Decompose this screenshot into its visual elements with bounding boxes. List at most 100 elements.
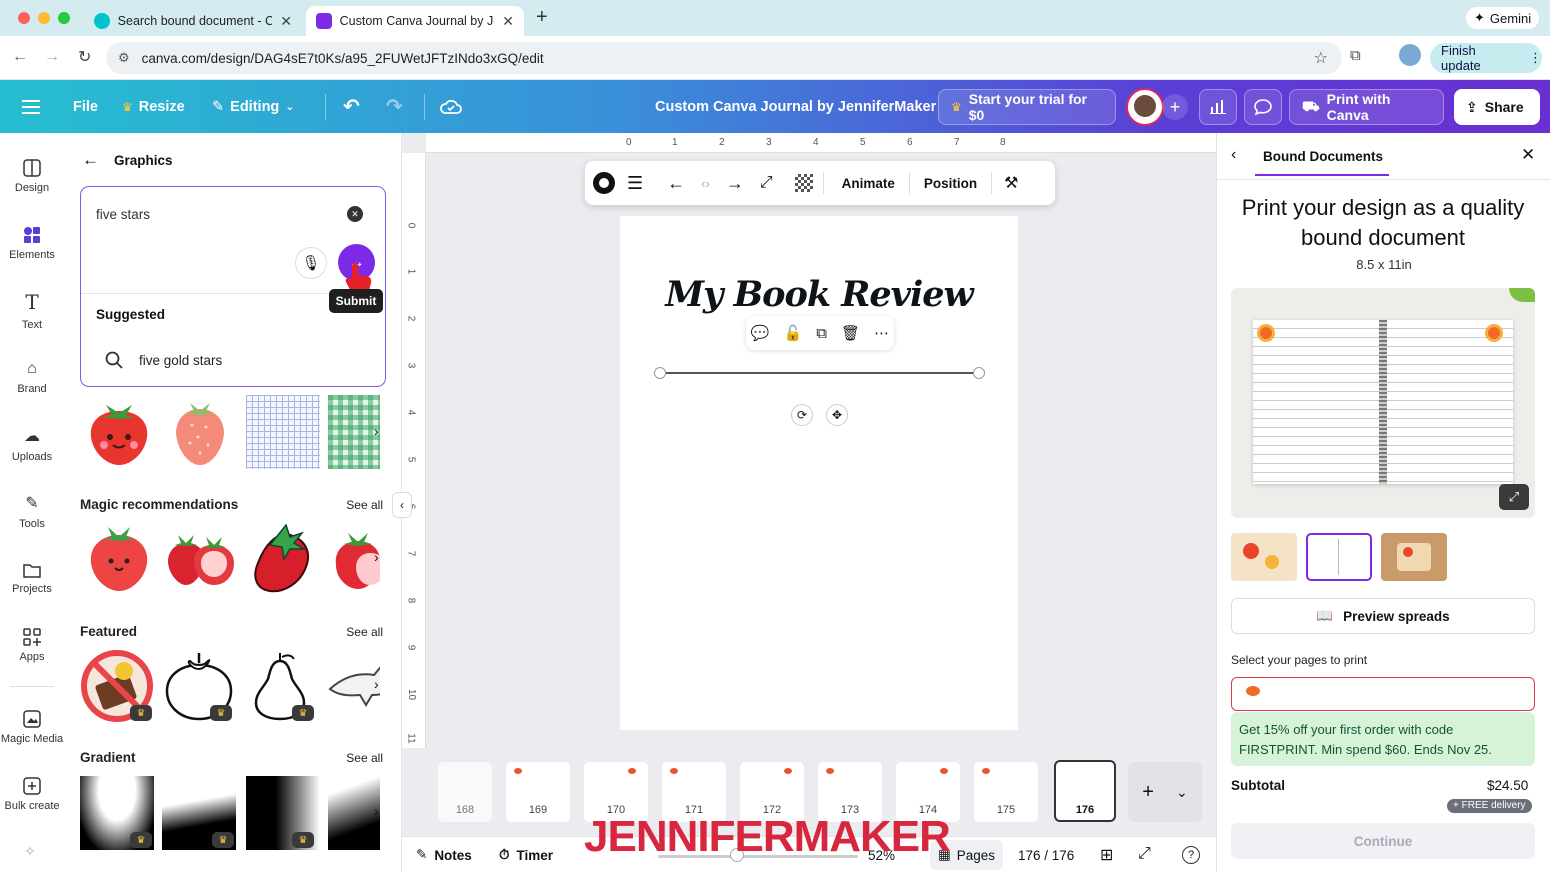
share-button[interactable]: ⇪ Share bbox=[1454, 89, 1540, 125]
help-icon[interactable]: ? bbox=[1182, 846, 1200, 864]
collapse-panel-handle[interactable]: ‹ bbox=[392, 492, 412, 518]
preview-thumbnail-cover[interactable] bbox=[1231, 533, 1297, 581]
design-page[interactable]: My Book Review 💬 🔓 ⧉ 🗑 ⋯ ⟳ ✥ bbox=[620, 216, 1018, 730]
gemini-button[interactable]: ✦ Gemini bbox=[1466, 7, 1540, 29]
line-end-arrow-icon[interactable]: → bbox=[726, 173, 744, 194]
blue-gingham-graphic[interactable] bbox=[246, 395, 320, 469]
strawberry-cut-graphic[interactable] bbox=[328, 521, 380, 595]
notes-button[interactable]: ✎ Notes bbox=[416, 847, 472, 863]
fullscreen-icon[interactable]: ⤢ bbox=[1138, 845, 1151, 863]
rotate-handle-icon[interactable]: ⟳ bbox=[791, 404, 813, 426]
page-thumbnail-176-selected[interactable]: 176 bbox=[1054, 760, 1116, 822]
chevron-right-icon[interactable]: › bbox=[374, 803, 379, 819]
reload-icon[interactable]: ↻ bbox=[78, 47, 91, 67]
resize-button[interactable]: ♛ Resize bbox=[122, 80, 185, 133]
page-thumbnail-168[interactable]: 168 bbox=[438, 762, 492, 822]
see-all-link[interactable]: See all bbox=[346, 751, 383, 765]
rail-item-apps[interactable]: Apps bbox=[0, 614, 64, 676]
line-start-arrow-icon[interactable]: ← bbox=[667, 173, 685, 194]
insights-chart-icon[interactable] bbox=[1199, 89, 1237, 125]
chevron-right-icon[interactable]: › bbox=[374, 423, 379, 439]
url-bar[interactable]: ⚙ canva.com/design/DAG4sE7t0Ks/a95_2FUWe… bbox=[106, 42, 1342, 74]
site-settings-icon[interactable]: ⚙ bbox=[118, 50, 130, 66]
rail-item-tools[interactable]: ✎ Tools bbox=[0, 480, 64, 542]
rail-item-text[interactable]: T Text bbox=[0, 279, 64, 341]
duplicate-icon[interactable]: ⧉ bbox=[816, 325, 827, 342]
line-color-icon[interactable] bbox=[593, 172, 615, 194]
chevron-left-icon[interactable]: ‹ bbox=[1231, 146, 1236, 164]
back-icon[interactable]: ← bbox=[12, 48, 28, 66]
gradient-corner-graphic[interactable] bbox=[328, 776, 380, 850]
rail-item-projects[interactable]: Projects bbox=[0, 547, 64, 609]
cloud-saved-icon[interactable] bbox=[440, 80, 462, 133]
chevron-right-icon[interactable]: › bbox=[374, 676, 379, 692]
more-options-icon[interactable]: ⋯ bbox=[874, 324, 889, 342]
line-style-icon[interactable]: ‹› bbox=[701, 176, 710, 191]
see-all-link[interactable]: See all bbox=[346, 625, 383, 639]
file-menu-button[interactable]: File bbox=[73, 80, 98, 133]
shark-sketch-graphic[interactable] bbox=[326, 649, 380, 723]
move-handle-icon[interactable]: ✥ bbox=[826, 404, 848, 426]
microphone-icon[interactable]: 🎙 bbox=[295, 247, 327, 279]
line-weight-icon[interactable]: ☰ bbox=[627, 173, 643, 194]
notebook-preview-image[interactable]: ⤢ bbox=[1231, 288, 1535, 518]
gradient-diagonal-graphic[interactable]: ♛ bbox=[162, 776, 236, 850]
new-tab-icon[interactable]: + bbox=[536, 6, 548, 29]
panel-tab-title[interactable]: Bound Documents bbox=[1263, 149, 1383, 164]
browser-tab-active[interactable]: Custom Canva Journal by Jer ✕ bbox=[306, 6, 524, 36]
invite-plus-icon[interactable]: + bbox=[1162, 94, 1188, 120]
suggestion-item[interactable]: five gold stars bbox=[91, 340, 377, 380]
comment-add-icon[interactable]: 💬 bbox=[751, 324, 770, 342]
page-thumbnail-175[interactable]: 175 bbox=[974, 762, 1038, 822]
line-type-icon[interactable]: ⤢ bbox=[760, 174, 773, 192]
gradient-radial-graphic[interactable]: ♛ bbox=[80, 776, 154, 850]
see-all-link[interactable]: See all bbox=[346, 498, 383, 512]
rail-item-design[interactable]: Design bbox=[0, 145, 64, 207]
paint-roller-icon[interactable]: ⚒ bbox=[1004, 173, 1018, 193]
line-end-handle[interactable] bbox=[973, 367, 985, 379]
position-button[interactable]: Position bbox=[924, 176, 977, 191]
rail-item-brand[interactable]: ⌂ Brand bbox=[0, 346, 64, 408]
strawberry-red-graphic[interactable] bbox=[246, 521, 320, 595]
animate-button[interactable]: Animate bbox=[842, 176, 895, 191]
rail-item-elements[interactable]: Elements bbox=[0, 212, 64, 274]
clear-search-icon[interactable]: ✕ bbox=[347, 206, 363, 222]
page-selector-box[interactable] bbox=[1231, 677, 1535, 711]
preview-thumbnail-photo[interactable] bbox=[1381, 533, 1447, 581]
gradient-horizontal-graphic[interactable]: ♛ bbox=[246, 776, 320, 850]
undo-icon[interactable]: ↶ bbox=[343, 80, 360, 133]
chevron-down-icon[interactable]: ⌄ bbox=[1176, 784, 1188, 801]
preview-thumbnail-spread-selected[interactable] bbox=[1306, 533, 1372, 581]
page-heading-text[interactable]: My Book Review bbox=[620, 274, 1018, 315]
magic-wand-icon[interactable]: ✧ bbox=[24, 843, 36, 860]
redo-icon[interactable]: ↷ bbox=[386, 80, 403, 133]
bookmark-star-icon[interactable]: ☆ bbox=[1314, 48, 1328, 68]
main-menu-icon[interactable] bbox=[22, 80, 40, 133]
lock-icon[interactable]: 🔓 bbox=[784, 324, 803, 342]
close-window-icon[interactable] bbox=[18, 12, 30, 24]
strawberry-halves-graphic[interactable] bbox=[164, 521, 238, 595]
timer-button[interactable]: ⏱ Timer bbox=[499, 847, 553, 863]
expand-image-icon[interactable]: ⤢ bbox=[1499, 484, 1529, 510]
grid-view-icon[interactable]: ⊞ bbox=[1100, 845, 1113, 865]
page-thumbnail-169[interactable]: 169 bbox=[506, 762, 570, 822]
search-input[interactable]: five stars bbox=[96, 207, 150, 222]
chevron-right-icon[interactable]: › bbox=[374, 549, 379, 565]
add-page-icon[interactable]: + bbox=[1142, 781, 1154, 804]
rail-item-magic-media[interactable]: Magic Media bbox=[0, 696, 64, 758]
tomato-outline-graphic[interactable]: ♛ bbox=[162, 649, 236, 723]
close-panel-icon[interactable]: ✕ bbox=[1521, 145, 1535, 165]
editing-mode-button[interactable]: ✎ Editing ⌄ bbox=[212, 80, 295, 133]
cast-icon[interactable]: ⧉ bbox=[1350, 47, 1361, 64]
strawberry-face-graphic[interactable] bbox=[82, 395, 156, 469]
forward-icon[interactable]: → bbox=[44, 48, 60, 66]
preview-spreads-button[interactable]: 📖 Preview spreads bbox=[1231, 598, 1535, 634]
rail-item-uploads[interactable]: ☁ Uploads bbox=[0, 413, 64, 475]
rail-item-bulk-create[interactable]: Bulk create bbox=[0, 763, 64, 825]
kebab-menu-icon[interactable]: ⋮ bbox=[1529, 50, 1542, 66]
line-start-handle[interactable] bbox=[654, 367, 666, 379]
minimize-window-icon[interactable] bbox=[38, 12, 50, 24]
browser-tab-search[interactable]: Search bound document - Ca ✕ bbox=[84, 6, 302, 36]
finish-update-button[interactable]: Finish update ⋮ bbox=[1430, 43, 1542, 73]
selected-line-element[interactable] bbox=[660, 372, 978, 374]
